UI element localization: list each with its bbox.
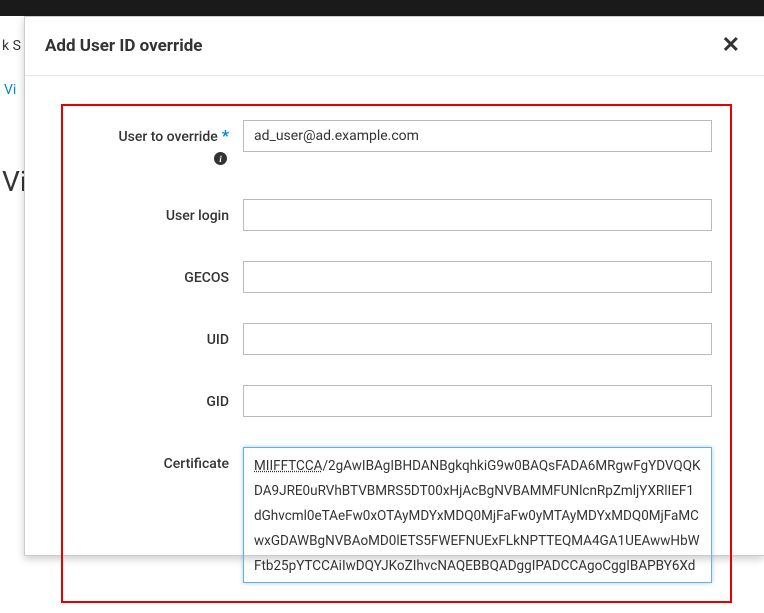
gid-label: GID bbox=[206, 394, 229, 410]
bg-title-partial: Vi bbox=[2, 165, 27, 198]
close-icon[interactable]: ✕ bbox=[722, 35, 740, 57]
row-gid: GID bbox=[81, 385, 712, 417]
user-to-override-input[interactable] bbox=[243, 120, 712, 152]
modal-title: Add User ID override bbox=[45, 36, 202, 56]
uid-input[interactable] bbox=[243, 323, 712, 355]
row-gecos: GECOS bbox=[81, 261, 712, 293]
bg-partial-text: k S bbox=[0, 38, 21, 54]
required-marker: * bbox=[222, 126, 229, 145]
user-to-override-label: User to override bbox=[118, 129, 217, 145]
gecos-label: GECOS bbox=[184, 270, 229, 286]
certificate-prefix: MIIFFTCCA bbox=[254, 458, 322, 474]
modal-header: Add User ID override ✕ bbox=[25, 17, 764, 76]
row-uid: UID bbox=[81, 323, 712, 355]
bg-link-partial: Vi bbox=[4, 82, 16, 98]
user-login-input[interactable] bbox=[243, 199, 712, 231]
certificate-body: /2gAwIBAgIBHDANBgkqhkiG9w0BAQsFADA6MRgwF… bbox=[254, 458, 700, 583]
certificate-textarea[interactable]: MIIFFTCCA/2gAwIBAgIBHDANBgkqhkiG9w0BAQsF… bbox=[243, 447, 712, 583]
form-highlight-box: User to override * i User login bbox=[61, 104, 732, 603]
row-user-login: User login bbox=[81, 199, 712, 231]
info-icon[interactable]: i bbox=[81, 152, 229, 169]
top-dark-bar bbox=[0, 0, 764, 16]
row-certificate: Certificate MIIFFTCCA/2gAwIBAgIBHDANBgkq… bbox=[81, 447, 712, 583]
certificate-label: Certificate bbox=[164, 456, 229, 472]
add-user-id-override-modal: Add User ID override ✕ User to override *… bbox=[24, 16, 764, 556]
user-login-label: User login bbox=[166, 208, 229, 224]
gid-input[interactable] bbox=[243, 385, 712, 417]
uid-label: UID bbox=[207, 332, 229, 348]
gecos-input[interactable] bbox=[243, 261, 712, 293]
modal-body: User to override * i User login bbox=[25, 76, 764, 613]
label-col: User to override * i bbox=[81, 120, 243, 169]
row-user-to-override: User to override * i bbox=[81, 120, 712, 169]
